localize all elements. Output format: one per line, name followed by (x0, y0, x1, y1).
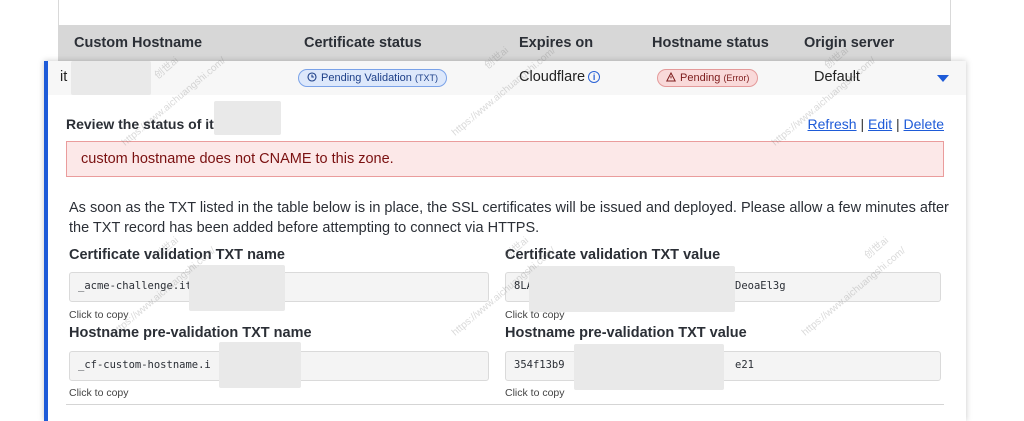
edit-link[interactable]: Edit (868, 116, 892, 132)
delete-link[interactable]: Delete (904, 116, 944, 132)
selected-row-accent (44, 61, 48, 421)
hostname-status-badge: Pending (Error) (657, 69, 759, 87)
pre-txt-value-label: Hostname pre-validation TXT value (505, 325, 747, 341)
header-certificate-status: Certificate status (304, 35, 422, 51)
header-origin-server: Origin server (804, 35, 895, 51)
header-hostname-status: Hostname status (652, 35, 769, 51)
redacted-value (574, 344, 724, 390)
origin-server-cell: Default (814, 69, 860, 85)
hostname-status-suffix: (Error) (723, 73, 750, 83)
hostname-status-label: Pending (680, 72, 721, 84)
certificate-status-label: Pending Validation (321, 72, 412, 84)
cert-txt-name-label: Certificate validation TXT name (69, 247, 285, 263)
cert-txt-name-copy[interactable]: Click to copy (69, 309, 129, 321)
validation-description: As soon as the TXT listed in the table b… (69, 200, 949, 236)
cert-txt-value-copy[interactable]: Click to copy (505, 309, 565, 321)
pre-txt-value-copy[interactable]: Click to copy (505, 387, 565, 399)
table-header: Custom Hostname Certificate status Expir… (58, 25, 951, 61)
header-custom-hostname: Custom Hostname (74, 35, 203, 51)
hostname-detail-panel: it Pending Validation (TXT) Cloudflare i … (44, 61, 966, 421)
pre-txt-name-label: Hostname pre-validation TXT name (69, 325, 312, 341)
clock-icon (307, 72, 317, 82)
certificate-status-badge: Pending Validation (TXT) (298, 69, 447, 87)
action-separator: | (896, 116, 900, 132)
pre-txt-value-start: 354f13b9 (514, 359, 565, 371)
pre-txt-name-copy[interactable]: Click to copy (69, 387, 129, 399)
redacted-hostname (214, 101, 281, 135)
table-row[interactable]: it Pending Validation (TXT) Cloudflare i … (48, 61, 966, 95)
expires-on-cell: Cloudflare i (519, 69, 601, 85)
action-separator: | (860, 116, 865, 132)
info-icon[interactable]: i (588, 71, 601, 83)
cert-txt-value-end: DeoaEl3g (735, 280, 786, 292)
error-alert: custom hostname does not CNAME to this z… (66, 141, 944, 177)
refresh-link[interactable]: Refresh (808, 116, 857, 132)
warning-icon (665, 71, 677, 82)
redacted-hostname (71, 61, 151, 95)
section-divider (66, 404, 944, 405)
header-expires-on: Expires on (519, 35, 594, 51)
expires-on-value: Cloudflare (519, 69, 586, 85)
panel-actions: Refresh | Edit | Delete (808, 116, 944, 132)
redacted-value (219, 342, 301, 388)
hostname-cell: it (60, 69, 68, 85)
redacted-value (189, 265, 285, 311)
review-title: Review the status of it (66, 116, 214, 132)
redacted-value (529, 266, 735, 312)
cert-txt-value-label: Certificate validation TXT value (505, 247, 721, 263)
pre-txt-value-end: e21 (735, 359, 754, 371)
certificate-status-suffix: (TXT) (414, 73, 438, 83)
caret-down-icon[interactable] (937, 75, 949, 82)
